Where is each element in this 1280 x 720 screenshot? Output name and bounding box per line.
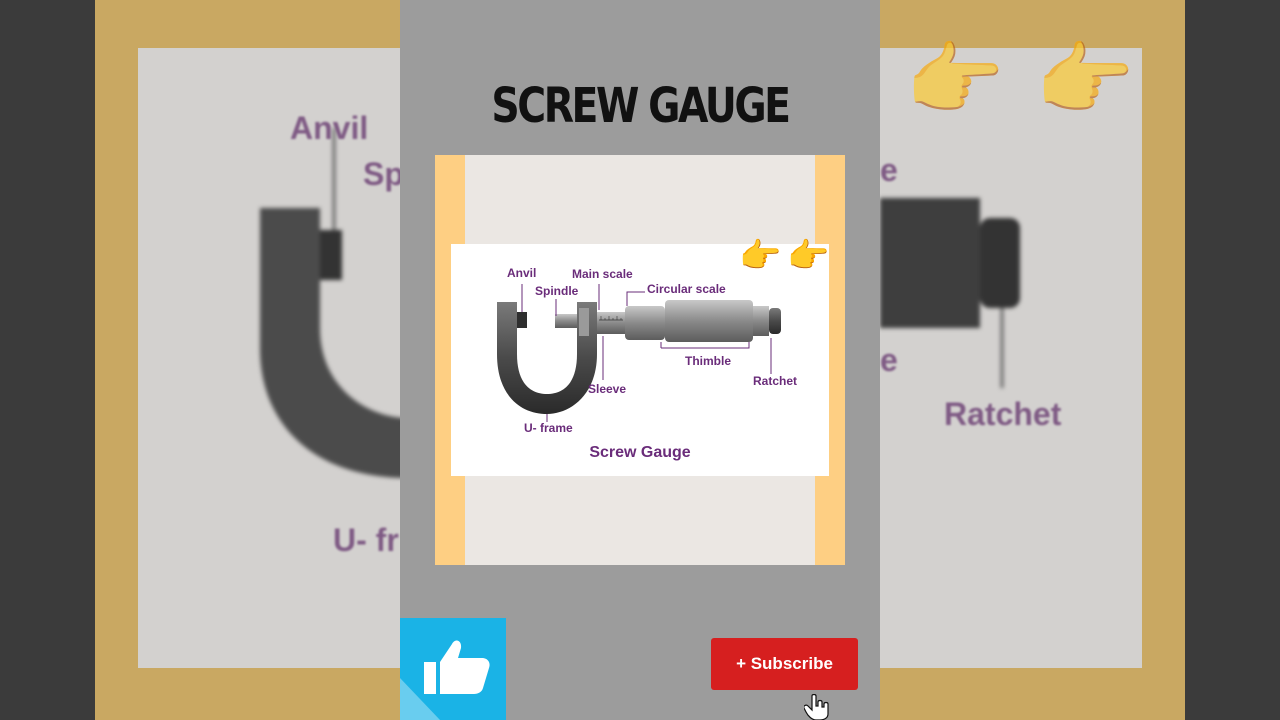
bg-label-thimble-fragment: e [880,342,898,378]
label-main-scale: Main scale [572,267,633,281]
bg-label-u-frame: U- fr [333,522,399,558]
thumbs-up-icon [400,640,490,720]
pointing-hand-icon: 👉 [739,236,782,276]
diagram-caption: Screw Gauge [589,444,691,461]
bg-label-anvil: Anvil [290,110,369,146]
label-circular-scale: Circular scale [647,282,726,296]
label-u-frame: U- frame [524,421,573,435]
pointing-hand-icon: 👉 [905,33,1005,126]
pointing-hand-icon: 👉 [1035,33,1135,126]
cursor-hand-icon [804,694,829,720]
video-title: SCREW GAUGE [491,78,791,134]
bg-label-ratchet: Ratchet [944,396,1062,432]
subscribe-button[interactable]: + Subscribe [711,638,858,690]
screw-gauge-diagram: Anvil Spindle Main scale Circular scale … [451,244,829,476]
label-spindle: Spindle [535,284,579,298]
label-anvil: Anvil [507,266,537,280]
label-ratchet: Ratchet [753,374,798,388]
diagram-frame: Anvil Spindle Main scale Circular scale … [435,155,845,565]
bg-label-circular-fragment: e [880,152,898,188]
label-thimble: Thimble [685,354,732,368]
bg-label-spindle: Sp [363,156,404,192]
pointing-hand-icon: 👉 [787,236,830,276]
like-button[interactable] [400,618,506,720]
label-sleeve: Sleeve [588,382,627,396]
video-frame: SCREW GAUGE Anvil Spindle Main scale Cir… [400,0,880,720]
